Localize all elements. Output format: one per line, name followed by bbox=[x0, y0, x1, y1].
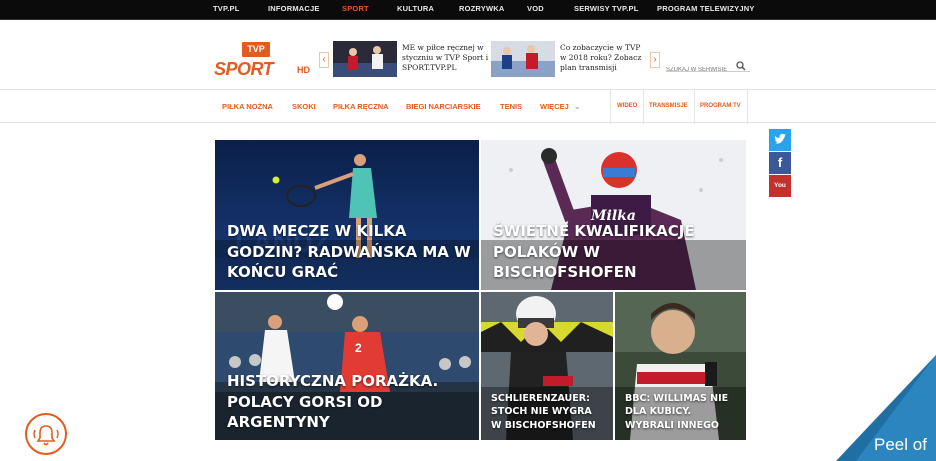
carousel-prev-button[interactable]: ‹ bbox=[319, 52, 329, 68]
schedule-thumbnail-image bbox=[491, 41, 555, 77]
top-nav-bar: TVP.PL INFORMACJE SPORT KULTURA ROZRYWKA… bbox=[0, 0, 936, 20]
category-nav: PIŁKA NOŻNA SKOKI PIŁKA RĘCZNA BIEGI NAR… bbox=[0, 89, 936, 124]
logo-sport-text: SPORT bbox=[214, 59, 274, 79]
nav-program-tv[interactable]: PROGRAM TV bbox=[700, 103, 741, 109]
peel-off-ad[interactable]: Peel of bbox=[836, 355, 936, 461]
peel-off-label[interactable]: Peel of bbox=[874, 435, 927, 455]
top-nav-tvp-pl[interactable]: TVP.PL bbox=[213, 4, 240, 13]
article-tile-kwalifikacje[interactable]: Milka ŚWIETNE KWALIFIKACJE POLAKÓW W BIS… bbox=[481, 140, 746, 290]
category-skoki[interactable]: SKOKI bbox=[292, 102, 316, 111]
article-tile-schlierenzauer[interactable]: SCHLIERENZAUER: STOCH NIE WYGRA W BISCHO… bbox=[481, 292, 613, 440]
category-biegi-narciarskie[interactable]: BIEGI NARCIARSKIE bbox=[406, 102, 481, 111]
top-nav-sport[interactable]: SPORT bbox=[342, 4, 369, 13]
bell-icon bbox=[33, 425, 59, 446]
top-nav-informacje[interactable]: INFORMACJE bbox=[268, 4, 320, 13]
promo-thumbnail-handball[interactable] bbox=[333, 41, 397, 77]
notification-bell-button[interactable] bbox=[25, 413, 67, 455]
category-wiecej[interactable]: WIĘCEJ bbox=[540, 102, 569, 111]
top-nav-serwisy[interactable]: SERWISY TVP.PL bbox=[574, 4, 639, 13]
facebook-icon[interactable]: f bbox=[769, 152, 791, 174]
twitter-icon[interactable] bbox=[769, 129, 791, 151]
logo-tvp-badge: TVP bbox=[242, 42, 270, 57]
top-nav-kultura[interactable]: KULTURA bbox=[397, 4, 434, 13]
promo-text-schedule[interactable]: Co zobaczycie w TVP w 2018 roku? Zobacz … bbox=[560, 43, 648, 73]
nav-wideo[interactable]: WIDEO bbox=[617, 103, 637, 109]
search-input[interactable] bbox=[666, 67, 730, 73]
nav-divider bbox=[610, 90, 611, 124]
svg-text:2: 2 bbox=[355, 341, 362, 355]
nav-divider bbox=[694, 90, 695, 124]
top-nav-program[interactable]: PROGRAM TELEWIZYJNY bbox=[657, 4, 755, 13]
article-tile-kubica[interactable]: BBC: WILLIMAS NIE DLA KUBICY. WYBRALI IN… bbox=[615, 292, 746, 440]
article-tile-radwanska[interactable]: LANDZ DWA MECZE W KILKA GODZIN? RADWAŃSK… bbox=[215, 140, 479, 290]
promo-text-handball[interactable]: ME w piłce ręcznej w styczniu w TVP Spor… bbox=[402, 43, 492, 73]
nav-transmisje[interactable]: TRANSMISJE bbox=[649, 103, 688, 109]
tvp-sport-hd-logo[interactable]: TVP SPORT HD bbox=[214, 42, 314, 80]
youtube-icon[interactable]: You bbox=[769, 175, 791, 197]
article-tile-porazka[interactable]: 2 HISTORYCZNA PORAŻKA. POLACY GORSI OD A… bbox=[215, 292, 479, 440]
category-pilka-nozna[interactable]: PIŁKA NOŻNA bbox=[222, 102, 273, 111]
nav-divider bbox=[643, 90, 644, 124]
handball-thumbnail-image bbox=[333, 41, 397, 77]
top-nav-rozrywka[interactable]: ROZRYWKA bbox=[459, 4, 504, 13]
category-pilka-reczna[interactable]: PIŁKA RĘCZNA bbox=[333, 102, 389, 111]
nav-divider bbox=[747, 90, 748, 124]
category-tenis[interactable]: TENIS bbox=[500, 102, 522, 111]
article-caption[interactable]: HISTORYCZNA PORAŻKA. POLACY GORSI OD ARG… bbox=[227, 371, 471, 432]
article-caption[interactable]: BBC: WILLIMAS NIE DLA KUBICY. WYBRALI IN… bbox=[625, 392, 738, 432]
search-icon[interactable] bbox=[736, 58, 746, 76]
logo-hd-text: HD bbox=[297, 65, 310, 75]
top-nav-vod[interactable]: VOD bbox=[527, 4, 544, 13]
article-caption[interactable]: DWA MECZE W KILKA GODZIN? RADWAŃSKA MA W… bbox=[227, 221, 471, 282]
article-caption[interactable]: ŚWIETNE KWALIFIKACJE POLAKÓW W BISCHOFSH… bbox=[493, 221, 738, 282]
carousel-next-button[interactable]: › bbox=[650, 52, 660, 68]
promo-thumbnail-schedule[interactable] bbox=[491, 41, 555, 77]
search-box[interactable] bbox=[666, 58, 750, 73]
article-caption[interactable]: SCHLIERENZAUER: STOCH NIE WYGRA W BISCHO… bbox=[491, 392, 605, 432]
chevron-down-icon[interactable]: ⌄ bbox=[574, 102, 580, 111]
